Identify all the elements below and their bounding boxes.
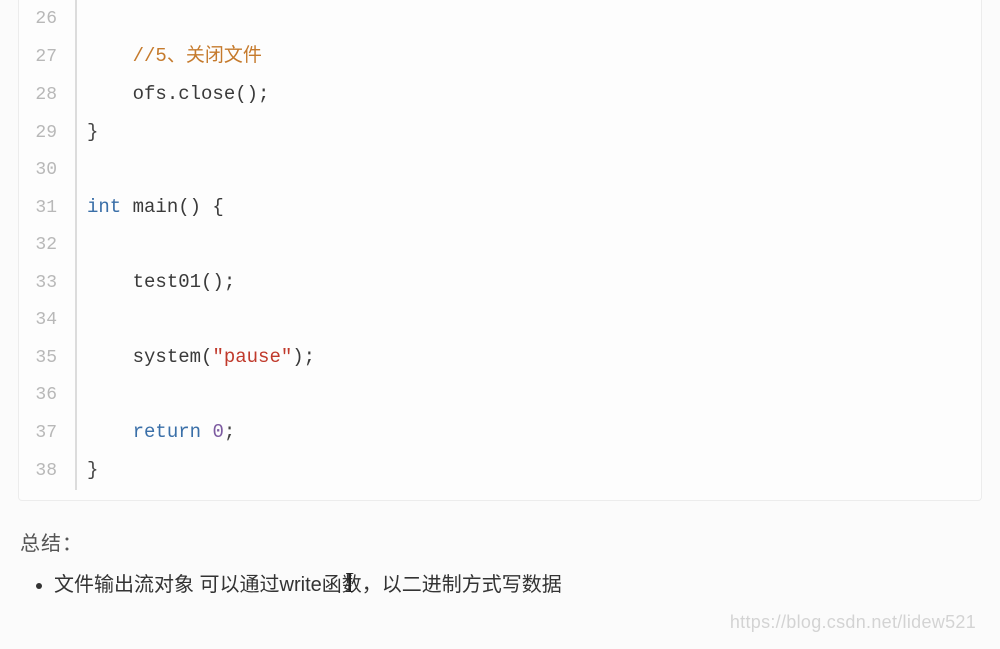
code-line: } [77, 452, 98, 489]
line-number: 32 [19, 227, 75, 264]
code-row: 37 return 0; [19, 414, 981, 452]
code-line: //5、关闭文件 [77, 38, 262, 75]
code-line: return 0; [77, 414, 235, 451]
code-row: 28 ofs.close(); [19, 76, 981, 114]
gutter-separator [75, 302, 77, 339]
line-number: 33 [19, 265, 75, 302]
line-number: 29 [19, 115, 75, 152]
gutter-separator [75, 152, 77, 189]
line-number: 38 [19, 453, 75, 490]
code-row: 27 //5、关闭文件 [19, 38, 981, 76]
code-row: 38} [19, 452, 981, 490]
code-row: 30 [19, 152, 981, 189]
line-number: 27 [19, 39, 75, 76]
gutter-separator [75, 227, 77, 264]
code-row: 35 system("pause"); [19, 339, 981, 377]
watermark-text: https://blog.csdn.net/lidew521 [730, 612, 976, 633]
summary-heading: 总结： [20, 527, 980, 556]
summary-bullet-1: 文件输出流对象 可以通过write函数，以二进制方式写数据 [54, 568, 980, 602]
summary-list: 文件输出流对象 可以通过write函数，以二进制方式写数据 [54, 568, 980, 602]
code-line: } [77, 114, 98, 151]
line-number: 31 [19, 190, 75, 227]
line-number: 30 [19, 152, 75, 189]
line-number: 26 [19, 1, 75, 38]
code-line: system("pause"); [77, 339, 315, 376]
code-row: 33 test01(); [19, 264, 981, 302]
code-block: 26 27 //5、关闭文件28 ofs.close();29}3031int … [18, 0, 982, 501]
code-row: 31int main() { [19, 189, 981, 227]
code-row: 29} [19, 114, 981, 152]
code-row: 36 [19, 377, 981, 414]
code-line: test01(); [77, 264, 235, 301]
line-number: 34 [19, 302, 75, 339]
line-number: 36 [19, 377, 75, 414]
code-row: 26 [19, 0, 981, 38]
code-line: int main() { [77, 189, 224, 226]
code-row: 34 [19, 302, 981, 339]
line-number: 35 [19, 340, 75, 377]
line-number: 28 [19, 77, 75, 114]
code-row: 32 [19, 227, 981, 264]
code-line [77, 0, 133, 37]
gutter-separator [75, 377, 77, 414]
line-number: 37 [19, 415, 75, 452]
code-line: ofs.close(); [77, 76, 269, 113]
